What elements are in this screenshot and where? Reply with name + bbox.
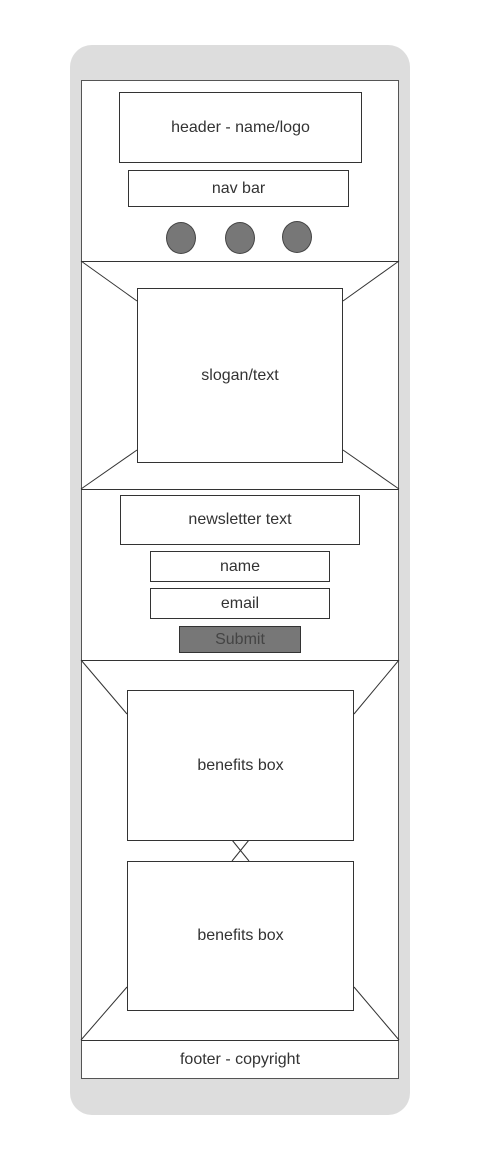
benefits-box-1: benefits box: [127, 690, 354, 841]
newsletter-text-box: newsletter text: [120, 495, 360, 545]
email-field[interactable]: email: [150, 588, 330, 619]
section-divider: [81, 261, 399, 262]
footer-copyright: footer - copyright: [179, 1050, 301, 1068]
nav-dot-1-icon[interactable]: [166, 222, 196, 254]
slogan-box: slogan/text: [137, 288, 343, 463]
section-divider: [81, 489, 399, 490]
benefits-box-2: benefits box: [127, 861, 354, 1011]
name-field[interactable]: name: [150, 551, 330, 582]
nav-bar[interactable]: nav bar: [128, 170, 349, 207]
nav-dot-3-icon[interactable]: [282, 221, 312, 253]
submit-button[interactable]: Submit: [179, 626, 301, 653]
header-logo-box: header - name/logo: [119, 92, 362, 163]
section-divider: [81, 660, 399, 661]
nav-dot-2-icon[interactable]: [225, 222, 255, 254]
